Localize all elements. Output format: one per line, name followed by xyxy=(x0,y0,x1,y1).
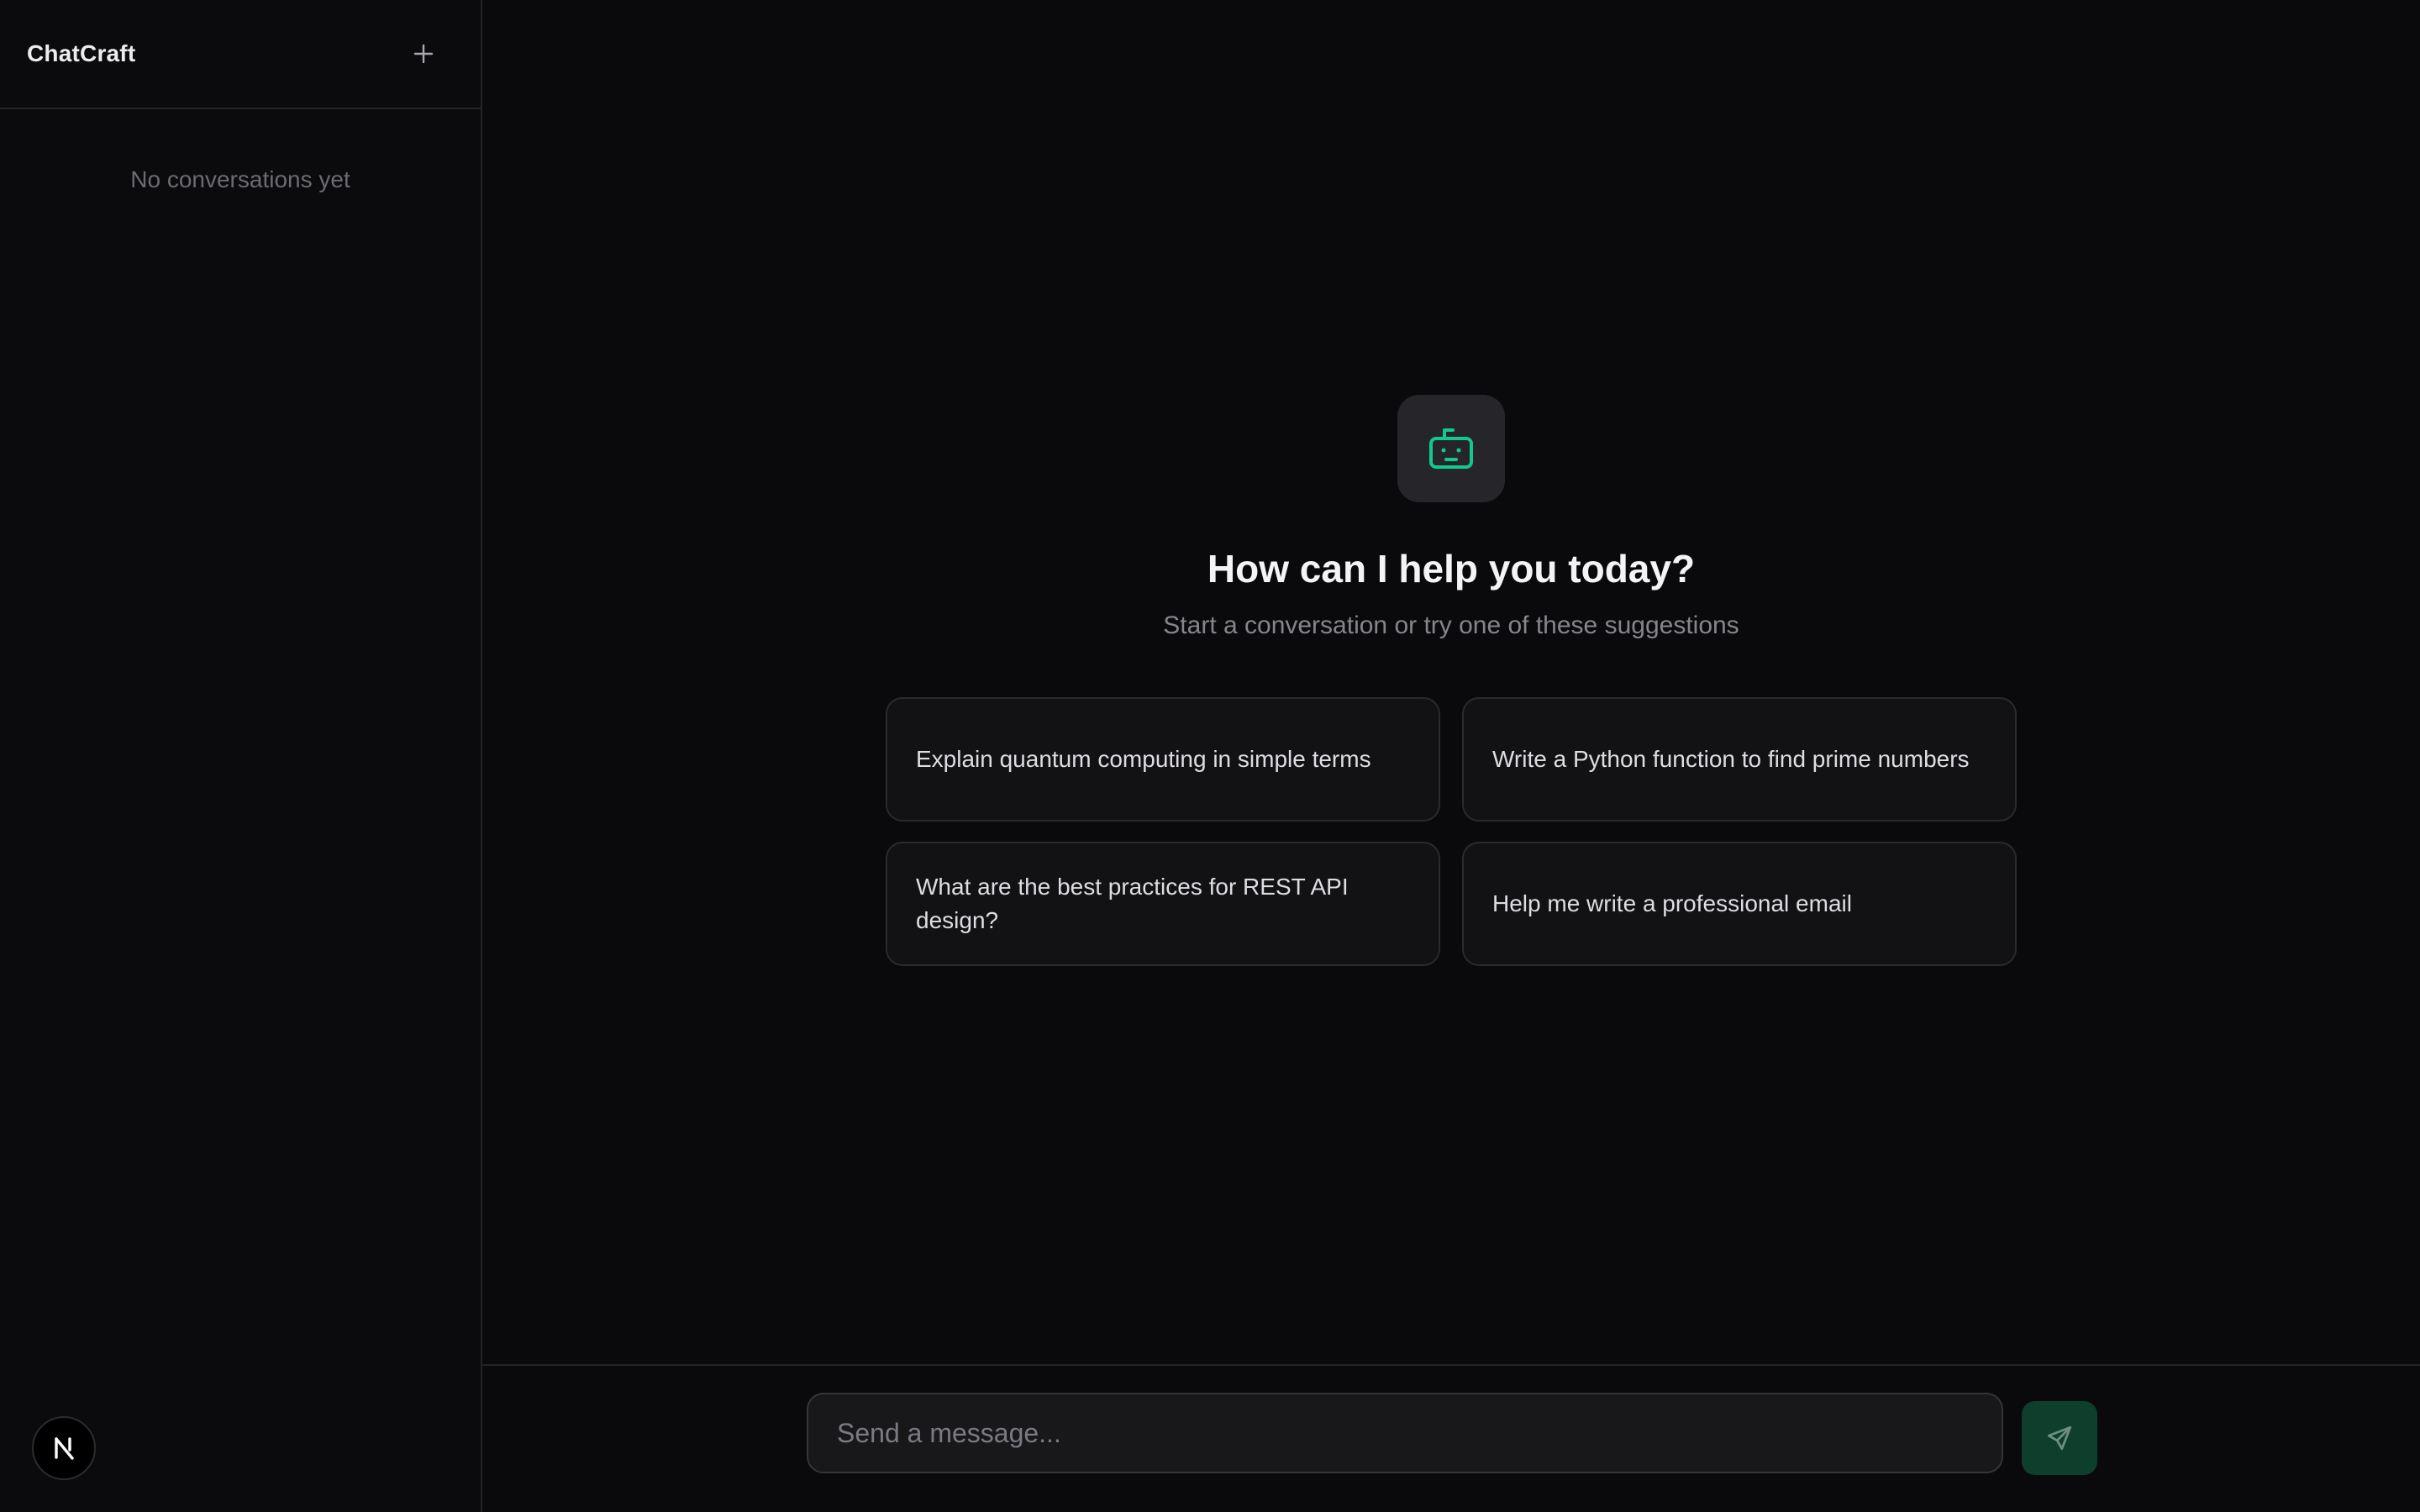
user-avatar[interactable] xyxy=(32,1416,96,1480)
suggestion-text: Help me write a professional email xyxy=(1492,890,1852,916)
suggestion-text: Write a Python function to find prime nu… xyxy=(1492,746,1970,772)
welcome-panel: How can I help you today? Start a conver… xyxy=(482,395,2420,966)
sidebar: ChatCraft No conversations yet xyxy=(0,0,482,1512)
suggestion-text: Explain quantum computing in simple term… xyxy=(916,746,1371,772)
message-input[interactable] xyxy=(807,1393,2003,1473)
app-window: ChatCraft No conversations yet How can I… xyxy=(0,0,2420,1512)
sidebar-header: ChatCraft xyxy=(0,0,481,109)
plus-icon xyxy=(413,44,434,64)
suggestion-card[interactable]: Write a Python function to find prime nu… xyxy=(1462,697,2017,822)
suggestion-card[interactable]: What are the best practices for REST API… xyxy=(886,842,1440,966)
send-icon xyxy=(2047,1425,2072,1451)
suggestion-text: What are the best practices for REST API… xyxy=(916,874,1349,933)
suggestion-card[interactable]: Explain quantum computing in simple term… xyxy=(886,697,1440,822)
avatar-n-glyph xyxy=(55,1437,74,1460)
suggestion-card[interactable]: Help me write a professional email xyxy=(1462,842,2017,966)
welcome-subline: Start a conversation or try one of these… xyxy=(1163,612,1739,639)
message-composer xyxy=(482,1364,2420,1512)
app-title: ChatCraft xyxy=(27,40,136,66)
bot-icon-tile xyxy=(1397,395,1505,502)
new-chat-button[interactable] xyxy=(403,34,444,74)
bot-icon xyxy=(1429,428,1473,469)
suggestion-grid: Explain quantum computing in simple term… xyxy=(886,697,2017,966)
empty-conversations-text: No conversations yet xyxy=(130,166,350,192)
chat-main: How can I help you today? Start a conver… xyxy=(482,0,2420,1512)
welcome-headline: How can I help you today? xyxy=(1207,547,1696,591)
send-button[interactable] xyxy=(2022,1401,2097,1475)
